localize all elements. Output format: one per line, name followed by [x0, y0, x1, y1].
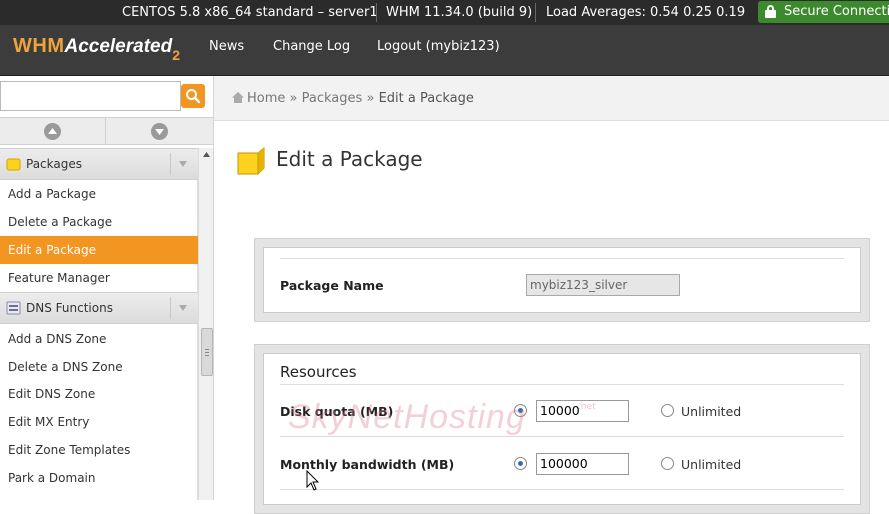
- sidebar-item-park-domain[interactable]: Park a Domain: [0, 464, 198, 492]
- dns-icon: [6, 301, 21, 315]
- monthly-bandwidth-input[interactable]: 100000: [536, 453, 629, 475]
- mouse-cursor-icon: [306, 470, 320, 491]
- whm-version: WHM 11.34.0 (build 9): [386, 5, 533, 20]
- sidebar-group-label: DNS Functions: [26, 301, 113, 315]
- sidebar-scrollbar[interactable]: [198, 148, 213, 500]
- status-divider: [535, 3, 536, 22]
- sidebar-item-add-dns-zone[interactable]: Add a DNS Zone: [0, 325, 198, 353]
- package-icon: [6, 158, 21, 171]
- sidebar-item-edit-mx-entry[interactable]: Edit MX Entry: [0, 408, 198, 436]
- sidebar-group-packages[interactable]: Packages: [0, 148, 198, 180]
- page-title: Edit a Package: [276, 147, 423, 171]
- bandwidth-custom-radio[interactable]: [514, 457, 527, 470]
- arrow-up-icon: [48, 128, 57, 134]
- sidebar-item-feature-manager[interactable]: Feature Manager: [0, 264, 198, 292]
- package-name-label: Package Name: [280, 278, 384, 293]
- nav-change-log-link[interactable]: Change Log: [273, 39, 350, 54]
- server-info: CENTOS 5.8 x86_64 standard – server1: [122, 5, 378, 20]
- sidebar-scroll-controls: [0, 117, 213, 145]
- chevron-down-icon: [179, 305, 187, 311]
- watermark-suffix: .net: [578, 402, 596, 412]
- chevron-down-icon: [179, 161, 187, 167]
- sidebar-item-edit-dns-zone[interactable]: Edit DNS Zone: [0, 380, 198, 408]
- sidebar-item-edit-package[interactable]: Edit a Package: [0, 236, 198, 264]
- nav-logout-link[interactable]: Logout (mybiz123): [377, 39, 500, 54]
- sidebar-item-delete-package[interactable]: Delete a Package: [0, 208, 198, 236]
- breadcrumb-separator: »: [289, 91, 298, 106]
- breadcrumb-bar: Home » Packages » Edit a Package: [214, 76, 889, 121]
- logo-whm-text: WHM: [13, 35, 65, 57]
- scrollbar-thumb[interactable]: [201, 328, 213, 376]
- search-icon: [186, 89, 201, 104]
- bandwidth-unlimited-radio[interactable]: [661, 457, 674, 470]
- sidebar-group-dns-functions[interactable]: DNS Functions: [0, 292, 198, 324]
- bandwidth-unlimited-label[interactable]: Unlimited: [681, 457, 741, 472]
- resources-title: Resources: [280, 363, 357, 381]
- package-icon: [237, 146, 265, 175]
- nav-news-link[interactable]: News: [209, 39, 244, 54]
- lock-icon: [765, 5, 776, 18]
- sidebar-item-add-package[interactable]: Add a Package: [0, 180, 198, 208]
- scroll-down-button[interactable]: [151, 123, 168, 140]
- logo-accelerated-text: Accelerated: [64, 36, 173, 57]
- home-icon: [232, 92, 244, 103]
- breadcrumb: Home » Packages » Edit a Package: [232, 91, 474, 106]
- breadcrumb-separator: »: [366, 91, 375, 106]
- package-name-field[interactable]: mybiz123_silver: [526, 274, 680, 296]
- breadcrumb-packages[interactable]: Packages: [302, 91, 363, 106]
- whm-logo[interactable]: WHMAccelerated2: [13, 35, 180, 67]
- disk-quota-unlimited-radio[interactable]: [661, 404, 674, 417]
- sidebar-search-input[interactable]: [0, 81, 181, 111]
- load-averages: Load Averages: 0.54 0.25 0.19: [546, 5, 746, 20]
- breadcrumb-home[interactable]: Home: [247, 91, 285, 106]
- scrollbar-up-arrow-icon[interactable]: [203, 152, 210, 157]
- arrow-down-icon: [155, 129, 164, 135]
- sidebar-group-label: Packages: [26, 157, 82, 171]
- search-button[interactable]: [181, 84, 205, 108]
- logo-version: 2: [172, 47, 181, 63]
- secure-connection-label: Secure Connecti: [784, 4, 889, 19]
- sidebar-item-delete-dns-zone[interactable]: Delete a DNS Zone: [0, 353, 198, 381]
- server-status-bar: CENTOS 5.8 x86_64 standard – server1 WHM…: [0, 0, 889, 25]
- package-name-panel: Package Name mybiz123_silver: [254, 238, 870, 322]
- main-nav-bar: WHMAccelerated2 News Change Log Logout (…: [0, 25, 889, 76]
- disk-quota-unlimited-label[interactable]: Unlimited: [681, 404, 741, 419]
- sidebar-item-edit-zone-templates[interactable]: Edit Zone Templates: [0, 436, 198, 464]
- sidebar-menu: Packages Add a Package Delete a Package …: [0, 148, 198, 500]
- breadcrumb-current: Edit a Package: [378, 91, 474, 106]
- status-divider: [376, 3, 377, 22]
- scroll-up-button[interactable]: [44, 123, 61, 140]
- secure-connection-badge[interactable]: Secure Connecti: [758, 1, 889, 23]
- watermark: SkyNetHosting: [288, 398, 526, 436]
